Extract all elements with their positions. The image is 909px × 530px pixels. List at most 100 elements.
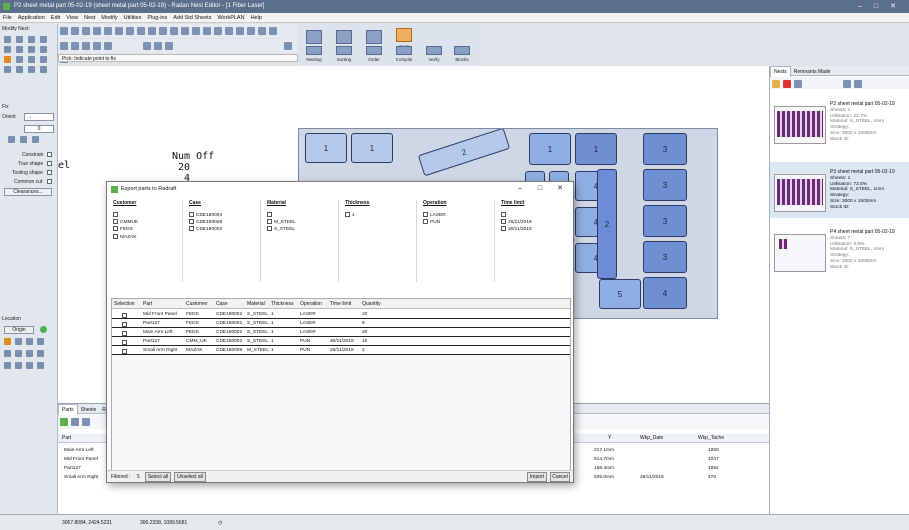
pan-icon[interactable] — [170, 27, 178, 35]
table-row[interactable]: Small Arm Right MAZAK CDE180009 M_STEEL … — [112, 346, 570, 355]
filter-option[interactable] — [109, 212, 182, 219]
fix-icon[interactable] — [4, 56, 11, 63]
sheet-view-icon[interactable] — [154, 42, 162, 50]
checkbox[interactable] — [113, 226, 118, 232]
checkbox[interactable] — [423, 219, 428, 225]
nest-part[interactable]: 1 — [351, 133, 393, 163]
nest-part[interactable]: 3 — [643, 241, 687, 273]
drag-icon[interactable] — [16, 66, 23, 73]
move-icon[interactable] — [16, 36, 23, 43]
dialog-maximize-button[interactable]: □ — [531, 182, 549, 196]
nest-part[interactable]: 1 — [529, 133, 571, 165]
menu-workplan[interactable]: WorkPLAN — [214, 13, 247, 23]
filter-option[interactable]: S_STEEL — [263, 226, 338, 233]
menu-utilities[interactable]: Utilities — [121, 13, 145, 23]
last-sheet-icon[interactable] — [104, 42, 112, 50]
sorting-button[interactable]: Sorting — [330, 46, 358, 64]
filter-option[interactable]: CDE180002 — [185, 226, 260, 233]
checkbox[interactable] — [189, 212, 194, 217]
info-icon[interactable] — [225, 27, 233, 35]
save-icon[interactable] — [82, 27, 90, 35]
order-button[interactable]: Order — [360, 46, 388, 64]
compile-button[interactable]: Compile — [390, 46, 418, 64]
diag-3-icon[interactable] — [26, 362, 33, 369]
nest-part[interactable]: 1 — [305, 133, 347, 163]
common-cut-checkbox[interactable] — [47, 179, 52, 184]
nest-part[interactable]: 4 — [643, 277, 687, 309]
line-right-icon[interactable] — [26, 350, 33, 357]
filter-option[interactable]: 26/11/2018 — [497, 219, 571, 226]
nest-view-icon[interactable] — [143, 42, 151, 50]
zoom-icon[interactable] — [159, 27, 167, 35]
menu-application[interactable]: Application — [15, 13, 48, 23]
diag-2-icon[interactable] — [15, 362, 22, 369]
blocks-button[interactable]: Blocks — [448, 46, 476, 64]
array-icon[interactable] — [40, 46, 47, 53]
measure-icon[interactable] — [181, 27, 189, 35]
settings-icon[interactable] — [203, 27, 211, 35]
group-icon[interactable] — [28, 56, 35, 63]
play-icon[interactable] — [82, 42, 90, 50]
unselect-all-button[interactable]: Unselect all — [174, 472, 206, 482]
select-all-button[interactable]: Select all — [145, 472, 171, 482]
text-icon[interactable] — [40, 36, 47, 43]
table-row[interactable]: Part127 CMM_UK CDE180002 S_STEEL 1 PUN 3… — [112, 337, 570, 346]
import-part-icon[interactable] — [71, 418, 79, 426]
line-left-icon[interactable] — [4, 350, 11, 357]
menu-file[interactable]: File — [0, 13, 15, 23]
nest-part[interactable]: 3 — [643, 169, 687, 201]
grid-location-icon[interactable] — [15, 338, 22, 345]
cancel-button[interactable]: Cancel — [550, 472, 570, 482]
selection-checkbox[interactable] — [122, 331, 127, 336]
nest-part[interactable]: 2 — [597, 169, 617, 279]
rotation-input[interactable]: 0 — [24, 125, 54, 133]
filter-option[interactable]: PUN — [419, 219, 494, 226]
table-row[interactable]: Part127 FEDS CDE180002 S_STEEL 1 LASER 6 — [112, 319, 570, 328]
copy-part-icon[interactable] — [28, 36, 35, 43]
checkbox[interactable] — [113, 219, 118, 225]
corner-tr-icon[interactable] — [37, 338, 44, 345]
dialog-close-button[interactable]: ✕ — [551, 182, 569, 196]
checkbox[interactable] — [501, 219, 506, 225]
selection-checkbox[interactable] — [122, 340, 127, 345]
help-icon[interactable] — [214, 27, 222, 35]
rotate-right-icon[interactable] — [32, 136, 39, 143]
layer-icon[interactable] — [192, 27, 200, 35]
nest-part[interactable]: 1 — [575, 133, 617, 165]
tooling-shape-checkbox[interactable] — [47, 170, 52, 175]
maximize-button[interactable]: □ — [869, 0, 883, 13]
cut-icon[interactable] — [104, 27, 112, 35]
menu-help[interactable]: Help — [248, 13, 265, 23]
nest-settings-icon[interactable] — [794, 80, 802, 88]
next-sheet-icon[interactable] — [93, 42, 101, 50]
grid-icon[interactable] — [258, 27, 266, 35]
menu-nest[interactable]: Nest — [81, 13, 98, 23]
checkbox[interactable] — [267, 212, 272, 217]
tab-parts[interactable]: Parts — [58, 404, 78, 415]
paste-icon[interactable] — [126, 27, 134, 35]
true-shape-checkbox[interactable] — [47, 161, 52, 166]
checkbox[interactable] — [267, 219, 272, 225]
menu-modify[interactable]: Modify — [98, 13, 120, 23]
minimize-button[interactable]: – — [853, 0, 867, 13]
prev-sheet-icon[interactable] — [71, 42, 79, 50]
report-icon[interactable] — [165, 42, 173, 50]
tab-nests[interactable]: Nests — [770, 66, 791, 77]
print-icon[interactable] — [93, 27, 101, 35]
diag-1-icon[interactable] — [4, 362, 11, 369]
checkbox[interactable] — [501, 226, 506, 232]
bump-icon[interactable] — [40, 66, 47, 73]
add-location-icon[interactable] — [40, 326, 47, 333]
filter-option[interactable] — [263, 212, 338, 219]
checkbox[interactable] — [345, 212, 350, 217]
selection-checkbox[interactable] — [122, 349, 127, 354]
rotate-icon[interactable] — [4, 46, 11, 53]
nest-part[interactable]: 3 — [643, 133, 687, 165]
select-icon[interactable] — [4, 36, 11, 43]
edge-location-icon[interactable] — [26, 338, 33, 345]
filter-option[interactable]: CMMUK — [109, 219, 182, 226]
flip-icon[interactable] — [20, 136, 27, 143]
nest-thumbnail[interactable] — [774, 234, 826, 272]
checkbox[interactable] — [113, 233, 118, 239]
filter-option[interactable]: MAZAK — [109, 233, 182, 241]
